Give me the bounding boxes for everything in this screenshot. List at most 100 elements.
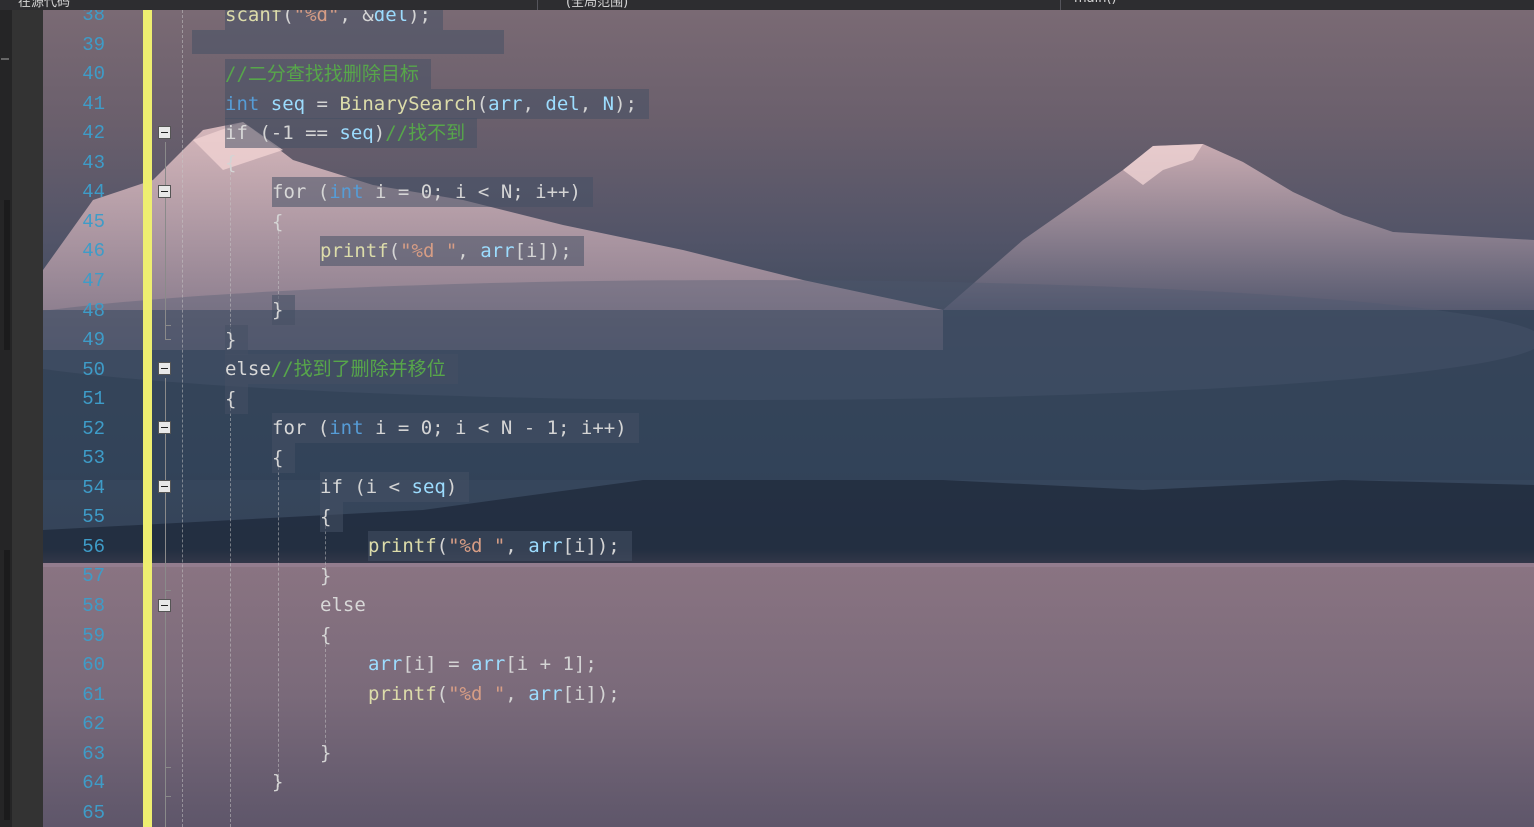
code-token: seq (270, 93, 306, 115)
code-token: [i]); (562, 535, 620, 557)
code-token: { (320, 624, 332, 646)
code-keyword: int (225, 93, 260, 115)
line-number: 56 (82, 535, 105, 558)
code-line-55[interactable]: { (320, 502, 344, 532)
code-token: "%d " (400, 240, 458, 262)
line-number: 42 (82, 122, 105, 145)
code-line-46[interactable]: printf("%d ", arr[i]); (320, 236, 584, 266)
code-token: i = 0; i < N - 1; i++) (363, 417, 627, 439)
code-line-56[interactable]: printf("%d ", arr[i]); (368, 531, 632, 561)
code-token: seq (411, 476, 446, 498)
code-line-59[interactable]: { (320, 620, 343, 650)
code-token: ); (408, 10, 431, 26)
code-comment: //找到了删除并移位 (270, 358, 446, 380)
code-line-51[interactable]: { (225, 384, 249, 414)
file-scope-dropdown[interactable]: 在源代码 (18, 0, 70, 10)
code-token: ( (388, 240, 401, 262)
collapse-toggle-52[interactable] (158, 421, 171, 434)
code-token: seq (339, 122, 374, 144)
code-token: , (505, 535, 529, 557)
code-line-42[interactable]: if (-1 == seq)//找不到 (225, 118, 478, 148)
code-token: ); (614, 93, 637, 115)
code-keyword: else (320, 594, 366, 616)
code-line-39[interactable] (192, 30, 504, 54)
code-line-60[interactable]: arr[i] = arr[i + 1]; (368, 649, 609, 679)
member-scope-dropdown[interactable]: main() (1074, 0, 1117, 9)
code-line-38[interactable]: scanf("%d", &del); (225, 10, 443, 30)
collapse-toggle-58[interactable] (158, 599, 171, 612)
code-line-50[interactable]: else//找到了删除并移位 (225, 354, 458, 384)
code-token: } (272, 299, 284, 321)
line-number: 57 (82, 565, 105, 588)
code-token: ) (373, 122, 386, 144)
line-number: 46 (82, 240, 105, 263)
navbar-divider (1060, 0, 1061, 10)
code-line-41[interactable]: int seq = BinarySearch(arr, del, N); (225, 89, 649, 119)
code-token: (-1 == (247, 122, 340, 144)
code-line-48[interactable]: } (272, 295, 296, 325)
code-token: arr (488, 93, 523, 115)
code-line-49[interactable]: } (225, 325, 249, 355)
code-token: i = 0; i < N; i++) (363, 181, 581, 203)
line-number: 41 (82, 92, 105, 115)
editor-margin (12, 10, 43, 827)
code-line-64[interactable]: } (272, 767, 295, 797)
code-token: del (545, 93, 580, 115)
code-line-57[interactable]: } (320, 561, 343, 591)
line-number: 54 (82, 476, 105, 499)
line-number: 44 (82, 181, 105, 204)
code-token: printf (368, 683, 437, 705)
fold-guide (165, 201, 166, 325)
line-number: 39 (82, 33, 105, 56)
code-line-44[interactable]: for (int i = 0; i < N; i++) (272, 177, 593, 207)
tool-window-strip (0, 10, 12, 827)
indent-guide (230, 172, 231, 332)
code-token: arr (528, 535, 563, 557)
code-keyword: for (272, 417, 307, 439)
code-line-54[interactable]: if (i < seq) (320, 472, 470, 502)
line-number: 65 (82, 801, 105, 824)
line-number: 64 (82, 772, 105, 795)
code-line-53[interactable]: { (272, 443, 296, 473)
indent-guide (230, 408, 231, 827)
line-number: 51 (82, 388, 105, 411)
fold-guide-end (165, 590, 171, 591)
code-token: } (320, 565, 332, 587)
code-token: [i + 1]; (505, 653, 597, 675)
code-line-43[interactable]: { (225, 148, 248, 178)
code-keyword: else (225, 358, 271, 380)
code-token: , (579, 93, 603, 115)
code-token: , (522, 93, 546, 115)
collapse-toggle-42[interactable] (158, 126, 171, 139)
code-comment: //找不到 (385, 122, 466, 144)
code-token: { (225, 152, 237, 174)
line-number: 62 (82, 713, 105, 736)
code-token: arr (480, 240, 515, 262)
line-number: 40 (82, 63, 105, 86)
navbar-divider (537, 0, 538, 10)
code-token: BinarySearch (339, 93, 477, 115)
code-keyword: if (320, 476, 343, 498)
fold-guide-end (165, 339, 171, 340)
line-number: 47 (82, 269, 105, 292)
line-number: 38 (82, 10, 105, 26)
code-line-58[interactable]: else (320, 590, 378, 620)
collapse-toggle-44[interactable] (158, 185, 171, 198)
line-number: 43 (82, 151, 105, 174)
collapse-toggle-54[interactable] (158, 480, 171, 493)
code-token: } (225, 329, 237, 351)
code-line-52[interactable]: for (int i = 0; i < N - 1; i++) (272, 413, 639, 443)
function-scope-dropdown[interactable]: (全局范围) (566, 0, 628, 10)
code-token: "%d" (293, 10, 340, 26)
collapse-toggle-50[interactable] (158, 362, 171, 375)
code-line-40[interactable]: //二分查找找删除目标 (225, 59, 431, 89)
code-token: = (305, 93, 340, 115)
code-token: arr (470, 653, 506, 675)
code-line-61[interactable]: printf("%d ", arr[i]); (368, 679, 632, 709)
code-token: (i < (342, 476, 412, 498)
code-line-45[interactable]: { (272, 207, 295, 237)
code-token: } (320, 742, 332, 764)
code-editor[interactable]: 38 39 40 41 42 43 44 45 46 47 48 49 50 51 52 53 54 55 56 57… (43, 10, 1534, 827)
code-line-63[interactable]: } (320, 738, 343, 768)
